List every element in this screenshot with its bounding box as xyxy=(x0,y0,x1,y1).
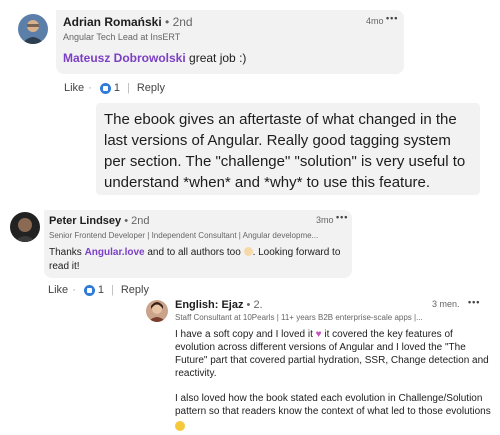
comment-paragraph-1: I have a soft copy and I loved it ♥ it c… xyxy=(175,328,493,380)
comment-time: 4mo xyxy=(366,16,384,26)
comment-body: I also loved how the book stated each ev… xyxy=(175,393,491,417)
mention-link[interactable]: Mateusz Dobrowolski xyxy=(63,51,186,65)
more-options-icon[interactable]: ••• xyxy=(336,212,348,222)
comment-author-name[interactable]: Peter Lindsey xyxy=(49,215,121,227)
comment-body: and to all authors too xyxy=(147,247,241,258)
connection-degree: • 2nd xyxy=(124,215,150,227)
reply-button[interactable]: Reply xyxy=(137,82,165,94)
comment-author-line: English: Ejaz • 2. xyxy=(175,299,263,311)
comment-bubble-peter: Peter Lindsey • 2nd Senior Frontend Deve… xyxy=(44,210,352,278)
like-button[interactable]: Like xyxy=(48,284,68,296)
comment-time: 3mo xyxy=(316,215,334,225)
like-reaction-icon xyxy=(99,82,111,94)
reply-button[interactable]: Reply xyxy=(121,284,149,296)
comment-author-line: Adrian Romański • 2nd xyxy=(63,15,193,29)
more-options-icon[interactable]: ••• xyxy=(386,13,398,23)
mention-link[interactable]: Angular.love xyxy=(85,247,145,258)
comment-body: Thanks xyxy=(49,247,82,258)
like-button[interactable]: Like xyxy=(64,82,84,94)
comment-author-name[interactable]: English: Ejaz xyxy=(175,299,243,311)
connection-degree: • 2. xyxy=(246,299,263,311)
smile-emoji-icon xyxy=(175,421,493,435)
author-headline: Senior Frontend Developer | Independent … xyxy=(49,231,319,240)
comment-body: I have a soft copy and I loved it xyxy=(175,329,313,340)
author-headline: Angular Tech Lead at InsERT xyxy=(63,32,181,42)
comment-paragraph-2: I also loved how the book stated each ev… xyxy=(175,392,493,435)
comment-text: Thanks Angular.love and to all authors t… xyxy=(49,246,347,274)
comment-time: 3 men. xyxy=(432,299,460,309)
avatar-peter[interactable] xyxy=(10,212,40,242)
avatar-adrian[interactable] xyxy=(18,14,48,44)
like-reaction-icon xyxy=(83,284,95,296)
connection-degree: • 2nd xyxy=(165,15,193,29)
more-options-icon[interactable]: ••• xyxy=(468,297,480,307)
author-headline: Staff Consultant at 10Pearls | 11+ years… xyxy=(175,313,423,322)
quoted-review: The ebook gives an aftertaste of what ch… xyxy=(96,103,480,195)
divider: | xyxy=(110,284,114,296)
avatar-ejaz[interactable] xyxy=(146,300,168,322)
heart-emoji-icon: ♥ xyxy=(315,329,322,340)
quote-text: The ebook gives an aftertaste of what ch… xyxy=(104,111,466,191)
comment-text: Mateusz Dobrowolski great job :) xyxy=(63,51,246,65)
comment-text: I have a soft copy and I loved it ♥ it c… xyxy=(175,328,493,435)
comment-author-name[interactable]: Adrian Romański xyxy=(63,15,162,29)
like-count[interactable]: 1 xyxy=(114,82,120,94)
divider: | xyxy=(126,82,130,94)
comment-actions: Like · 1 | Reply xyxy=(48,284,149,296)
clapping-emoji-icon xyxy=(243,247,253,256)
comment-actions: Like · 1 | Reply xyxy=(64,82,165,94)
comment-body: great job :) xyxy=(189,51,247,65)
like-count[interactable]: 1 xyxy=(98,284,104,296)
comment-author-line: Peter Lindsey • 2nd xyxy=(49,215,149,227)
comment-bubble-adrian: Adrian Romański • 2nd Angular Tech Lead … xyxy=(56,10,404,74)
